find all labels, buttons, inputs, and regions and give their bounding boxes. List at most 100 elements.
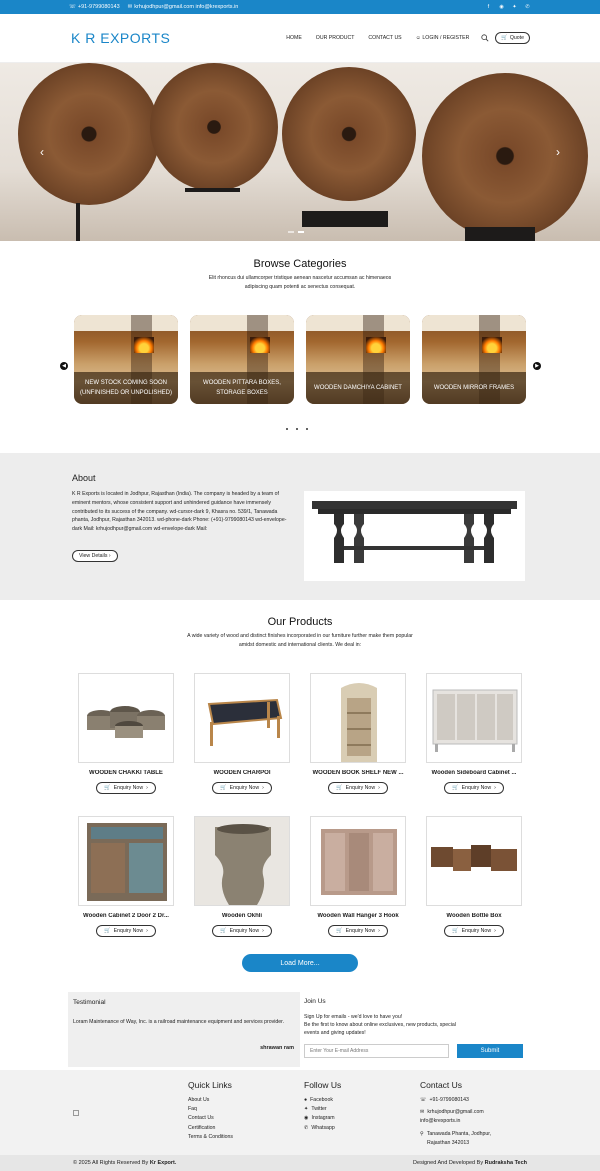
category-dots[interactable] bbox=[286, 428, 308, 430]
product-card[interactable]: WOODEN CHAKKI TABLE 🛒 Enquiry Now › bbox=[78, 673, 174, 794]
view-details-button[interactable]: View Details › bbox=[72, 550, 118, 562]
categories-prev-arrow[interactable]: ◀ bbox=[60, 362, 68, 370]
nav-login-register[interactable]: ☺ LOGIN / REGISTER bbox=[416, 35, 470, 41]
copyright-left: © 2025 All Rights Reserved By Kr Export. bbox=[73, 1160, 176, 1166]
designer-link[interactable]: Rudraksha Tech bbox=[485, 1160, 527, 1166]
facebook-icon[interactable]: f bbox=[485, 4, 492, 11]
book-shelf-image bbox=[341, 683, 377, 762]
footer-link-faq[interactable]: Faq bbox=[188, 1105, 233, 1114]
load-more-button[interactable]: Load More... bbox=[242, 954, 358, 972]
email-text: krhujodhpur@gmail.com info@krexports.in bbox=[134, 4, 239, 10]
product-card[interactable]: Wooden Bottle Box 🛒 Enquiry Now › bbox=[426, 816, 522, 937]
whatsapp-icon[interactable]: ✆ bbox=[524, 4, 531, 11]
cart-icon: 🛒 bbox=[336, 785, 343, 791]
hero-dots[interactable] bbox=[288, 231, 304, 233]
nav-home[interactable]: HOME bbox=[286, 35, 302, 41]
enquiry-now-button[interactable]: 🛒 Enquiry Now › bbox=[444, 782, 504, 794]
product-card[interactable]: Wooden Wall Hanger 3 Hook 🛒 Enquiry Now › bbox=[310, 816, 406, 937]
footer-whatsapp-link[interactable]: ✆ Whatsapp bbox=[304, 1124, 341, 1133]
category-card[interactable]: WOODEN DAMCHIYA CABINET bbox=[306, 315, 410, 404]
product-card[interactable]: WOODEN CHARPOI 🛒 Enquiry Now › bbox=[194, 673, 290, 794]
hero-prev-arrow[interactable]: ‹ bbox=[40, 145, 44, 159]
footer-link-certification[interactable]: Certification bbox=[188, 1124, 233, 1133]
product-card[interactable]: Wooden Cabinet 2 Door 2 Dr... 🛒 Enquiry N… bbox=[78, 816, 174, 937]
hero-banner: ‹ › bbox=[0, 63, 600, 241]
cart-icon: 🛒 bbox=[104, 785, 111, 791]
follow-us: Follow Us ● Facebook ✦ Twitter ◉ Instagram … bbox=[304, 1080, 341, 1133]
nav-contact-us[interactable]: CONTACT US bbox=[368, 35, 401, 41]
product-image[interactable] bbox=[310, 673, 406, 763]
enquiry-now-button[interactable]: 🛒 Enquiry Now › bbox=[212, 782, 272, 794]
footer-facebook-link[interactable]: ● Facebook bbox=[304, 1096, 341, 1105]
hero-stand-1 bbox=[76, 203, 80, 241]
hero-stand-3 bbox=[302, 211, 388, 227]
product-card[interactable]: Wooden Okhli 🛒 Enquiry Now › bbox=[194, 816, 290, 937]
join-line2: Be the first to know about online exclus… bbox=[304, 1022, 456, 1028]
footer-twitter-link[interactable]: ✦ Twitter bbox=[304, 1105, 341, 1114]
category-card[interactable]: NEW STOCK COMING SOON (UNFINISHED OR UNP… bbox=[74, 315, 178, 404]
testimonial-text: Loram Maintenance of Way, Inc. is a rail… bbox=[73, 1019, 285, 1025]
product-image[interactable] bbox=[310, 816, 406, 906]
enquiry-now-button[interactable]: 🛒 Enquiry Now › bbox=[96, 782, 156, 794]
chevron-right-icon: › bbox=[108, 553, 111, 559]
enquiry-now-button[interactable]: 🛒 Enquiry Now › bbox=[96, 925, 156, 937]
quote-button[interactable]: 🛒 Quote bbox=[495, 32, 530, 44]
categories-next-arrow[interactable]: ▶ bbox=[533, 362, 541, 370]
footer-link-contact[interactable]: Contact Us bbox=[188, 1114, 233, 1123]
product-image[interactable] bbox=[78, 816, 174, 906]
about-section: About K R Exports is located in Jodhpur,… bbox=[0, 453, 600, 600]
submit-button[interactable]: Submit bbox=[457, 1044, 523, 1058]
quick-links-title: Quick Links bbox=[188, 1080, 232, 1090]
footer-address2-text: Rajasthan 342013 bbox=[427, 1139, 470, 1146]
footer-instagram-link[interactable]: ◉ Instagram bbox=[304, 1114, 341, 1123]
join-line1: Sign Up for emails - we'd love to have y… bbox=[304, 1014, 403, 1020]
twitter-icon[interactable]: ✦ bbox=[511, 4, 518, 11]
search-icon[interactable] bbox=[481, 34, 489, 42]
product-image[interactable] bbox=[426, 816, 522, 906]
products-subtitle: A wide variety of wood and distinct fini… bbox=[0, 632, 600, 649]
product-image[interactable] bbox=[426, 673, 522, 763]
charpoi-image bbox=[207, 698, 283, 746]
copyright-prefix: © 2025 All Rights Reserved By bbox=[73, 1160, 149, 1166]
table-illustration bbox=[312, 501, 517, 563]
footer-link-terms[interactable]: Terms & Conditions bbox=[188, 1133, 233, 1142]
main-nav: HOME OUR PRODUCT CONTACT US ☺ LOGIN / RE… bbox=[272, 32, 530, 44]
product-image[interactable] bbox=[194, 816, 290, 906]
product-card[interactable]: Wooden Sideboard Cabinet ... 🛒 Enquiry No… bbox=[426, 673, 522, 794]
footer-link-about[interactable]: About Us bbox=[188, 1096, 233, 1105]
envelope-icon: ✉ bbox=[420, 1109, 425, 1116]
enquiry-now-button[interactable]: 🛒 Enquiry Now › bbox=[328, 782, 388, 794]
product-image[interactable] bbox=[194, 673, 290, 763]
category-label: WOODEN PITTARA BOXES, STORAGE BOXES bbox=[190, 372, 294, 404]
enquiry-now-button[interactable]: 🛒 Enquiry Now › bbox=[444, 925, 504, 937]
nav-login-label: LOGIN / REGISTER bbox=[422, 35, 470, 41]
category-card[interactable]: WOODEN PITTARA BOXES, STORAGE BOXES bbox=[190, 315, 294, 404]
email-contact[interactable]: ✉ krhujodhpur@gmail.com info@krexports.i… bbox=[128, 4, 239, 10]
site-logo[interactable]: K R EXPORTS bbox=[71, 30, 170, 46]
email-input[interactable]: Enter Your E-mail Address bbox=[304, 1044, 449, 1058]
copyright-bar: © 2025 All Rights Reserved By Kr Export.… bbox=[0, 1155, 600, 1171]
chevron-right-icon: › bbox=[378, 785, 380, 791]
nav-our-product[interactable]: OUR PRODUCT bbox=[316, 35, 355, 41]
hero-next-arrow[interactable]: › bbox=[556, 145, 560, 159]
join-us-section: Join Us Sign Up for emails - we'd love t… bbox=[304, 998, 524, 1037]
about-table-image bbox=[304, 491, 525, 581]
phone-text: +91-9799080143 bbox=[77, 4, 120, 10]
quick-links: Quick Links About Us Faq Contact Us Cert… bbox=[188, 1080, 233, 1142]
product-name: Wooden Cabinet 2 Door 2 Dr... bbox=[83, 913, 169, 919]
chevron-right-icon: › bbox=[262, 785, 264, 791]
footer-phone[interactable]: ☏ +91-9799080143 bbox=[420, 1096, 491, 1105]
facebook-icon: ● bbox=[304, 1097, 308, 1103]
phone-contact[interactable]: ☏ +91-9799080143 bbox=[69, 4, 120, 10]
instagram-icon[interactable]: ◉ bbox=[498, 4, 505, 11]
footer-email2-text[interactable]: info@krexports.in bbox=[420, 1117, 491, 1126]
cart-icon: 🛒 bbox=[452, 785, 459, 791]
product-card[interactable]: WOODEN BOOK SHELF NEW ... 🛒 Enquiry Now › bbox=[310, 673, 406, 794]
category-card[interactable]: WOODEN MIRROR FRAMES bbox=[422, 315, 526, 404]
category-fire-image bbox=[366, 337, 386, 353]
product-name: WOODEN BOOK SHELF NEW ... bbox=[312, 770, 404, 776]
enquiry-now-button[interactable]: 🛒 Enquiry Now › bbox=[212, 925, 272, 937]
enquiry-now-button[interactable]: 🛒 Enquiry Now › bbox=[328, 925, 388, 937]
product-image[interactable] bbox=[78, 673, 174, 763]
footer-email[interactable]: ✉ krhujodhpur@gmail.com bbox=[420, 1108, 491, 1117]
